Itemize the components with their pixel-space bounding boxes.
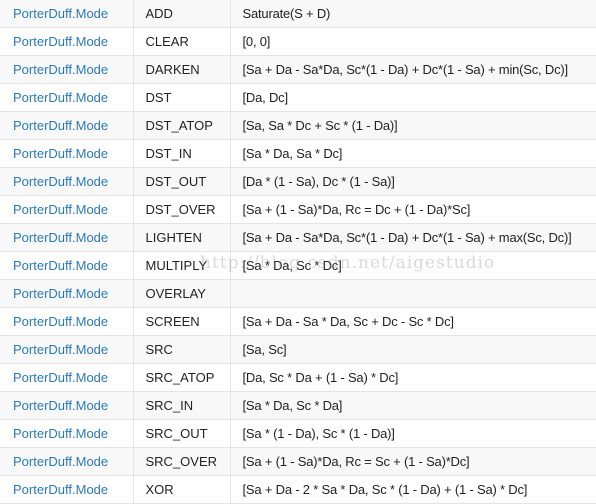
formula-cell: [Sa + Da - 2 * Sa * Da, Sc * (1 - Da) + … <box>230 475 596 504</box>
formula-cell: [0, 0] <box>230 27 596 56</box>
mode-name-cell: DARKEN <box>133 55 231 84</box>
mode-name-cell: CLEAR <box>133 27 231 56</box>
formula-cell: [Sa * Da, Sa * Dc] <box>230 139 596 168</box>
class-name-link[interactable]: PorterDuff.Mode <box>0 391 134 420</box>
formula-cell: [Sa, Sc] <box>230 335 596 364</box>
class-name-link[interactable]: PorterDuff.Mode <box>0 475 134 504</box>
class-name-link[interactable]: PorterDuff.Mode <box>0 55 134 84</box>
mode-name-cell: OVERLAY <box>133 279 231 308</box>
class-name-link[interactable]: PorterDuff.Mode <box>0 0 134 28</box>
class-name-link[interactable]: PorterDuff.Mode <box>0 195 134 224</box>
class-name-link[interactable]: PorterDuff.Mode <box>0 27 134 56</box>
class-name-link[interactable]: PorterDuff.Mode <box>0 419 134 448</box>
table-row: PorterDuff.Mode DARKEN [Sa + Da - Sa*Da, S… <box>0 55 596 84</box>
table-row: PorterDuff.Mode LIGHTEN [Sa + Da - Sa*Da, … <box>0 223 596 252</box>
table-row: PorterDuff.Mode ADD Saturate(S + D) <box>0 0 596 28</box>
table-row: PorterDuff.Mode DST_ATOP [Sa, Sa * Dc + Sc… <box>0 111 596 140</box>
mode-name-cell: SRC_OVER <box>133 447 231 476</box>
mode-name-cell: LIGHTEN <box>133 223 231 252</box>
mode-name-cell: SRC_ATOP <box>133 363 231 392</box>
table-row: PorterDuff.Mode CLEAR [0, 0] <box>0 27 596 56</box>
table-body: PorterDuff.Mode ADD Saturate(S + D) PorterD… <box>0 0 596 504</box>
mode-name-cell: SRC_OUT <box>133 419 231 448</box>
table-row: PorterDuff.Mode SCREEN [Sa + Da - Sa * Da,… <box>0 307 596 336</box>
mode-name-cell: DST_OUT <box>133 167 231 196</box>
formula-cell: [Sa * Da, Sc * Dc] <box>230 251 596 280</box>
table-row: PorterDuff.Mode SRC [Sa, Sc] <box>0 335 596 364</box>
formula-cell: Saturate(S + D) <box>230 0 596 28</box>
table-row: PorterDuff.Mode OVERLAY <box>0 279 596 308</box>
formula-cell: [Sa + Da - Sa*Da, Sc*(1 - Da) + Dc*(1 - … <box>230 55 596 84</box>
mode-name-cell: SCREEN <box>133 307 231 336</box>
table-row: PorterDuff.Mode DST_OVER [Sa + (1 - Sa)*Da… <box>0 195 596 224</box>
class-name-link[interactable]: PorterDuff.Mode <box>0 335 134 364</box>
formula-cell: [Sa, Sa * Dc + Sc * (1 - Da)] <box>230 111 596 140</box>
table-row: PorterDuff.Mode SRC_ATOP [Da, Sc * Da + (1… <box>0 363 596 392</box>
formula-cell: [Da, Dc] <box>230 83 596 112</box>
class-name-link[interactable]: PorterDuff.Mode <box>0 307 134 336</box>
mode-name-cell: XOR <box>133 475 231 504</box>
table-row: PorterDuff.Mode DST_OUT [Da * (1 - Sa), Dc… <box>0 167 596 196</box>
formula-cell: [Sa + Da - Sa*Da, Sc*(1 - Da) + Dc*(1 - … <box>230 223 596 252</box>
class-name-link[interactable]: PorterDuff.Mode <box>0 447 134 476</box>
mode-name-cell: DST <box>133 83 231 112</box>
formula-cell: [Sa + (1 - Sa)*Da, Rc = Sc + (1 - Sa)*Dc… <box>230 447 596 476</box>
formula-cell: [Da, Sc * Da + (1 - Sa) * Dc] <box>230 363 596 392</box>
class-name-link[interactable]: PorterDuff.Mode <box>0 223 134 252</box>
table-row: PorterDuff.Mode SRC_OVER [Sa + (1 - Sa)*Da… <box>0 447 596 476</box>
formula-cell <box>230 279 596 308</box>
table-row: PorterDuff.Mode DST_IN [Sa * Da, Sa * Dc] <box>0 139 596 168</box>
table-row: PorterDuff.Mode DST [Da, Dc] <box>0 83 596 112</box>
mode-name-cell: SRC <box>133 335 231 364</box>
formula-cell: [Sa + (1 - Sa)*Da, Rc = Dc + (1 - Da)*Sc… <box>230 195 596 224</box>
class-name-link[interactable]: PorterDuff.Mode <box>0 139 134 168</box>
formula-cell: [Sa + Da - Sa * Da, Sc + Dc - Sc * Dc] <box>230 307 596 336</box>
table-row: PorterDuff.Mode XOR [Sa + Da - 2 * Sa * Da… <box>0 475 596 504</box>
formula-cell: [Da * (1 - Sa), Dc * (1 - Sa)] <box>230 167 596 196</box>
mode-name-cell: SRC_IN <box>133 391 231 420</box>
class-name-link[interactable]: PorterDuff.Mode <box>0 363 134 392</box>
class-name-link[interactable]: PorterDuff.Mode <box>0 167 134 196</box>
mode-name-cell: MULTIPLY <box>133 251 231 280</box>
mode-name-cell: DST_ATOP <box>133 111 231 140</box>
mode-name-cell: ADD <box>133 0 231 28</box>
mode-name-cell: DST_OVER <box>133 195 231 224</box>
porterduff-modes-table: PorterDuff.Mode ADD Saturate(S + D) PorterD… <box>0 0 596 504</box>
table-row: PorterDuff.Mode MULTIPLY [Sa * Da, Sc * Dc… <box>0 251 596 280</box>
table-row: PorterDuff.Mode SRC_OUT [Sa * (1 - Da), Sc… <box>0 419 596 448</box>
table-row: PorterDuff.Mode SRC_IN [Sa * Da, Sc * Da] <box>0 391 596 420</box>
formula-cell: [Sa * Da, Sc * Da] <box>230 391 596 420</box>
formula-cell: [Sa * (1 - Da), Sc * (1 - Da)] <box>230 419 596 448</box>
class-name-link[interactable]: PorterDuff.Mode <box>0 251 134 280</box>
class-name-link[interactable]: PorterDuff.Mode <box>0 111 134 140</box>
mode-name-cell: DST_IN <box>133 139 231 168</box>
class-name-link[interactable]: PorterDuff.Mode <box>0 83 134 112</box>
class-name-link[interactable]: PorterDuff.Mode <box>0 279 134 308</box>
